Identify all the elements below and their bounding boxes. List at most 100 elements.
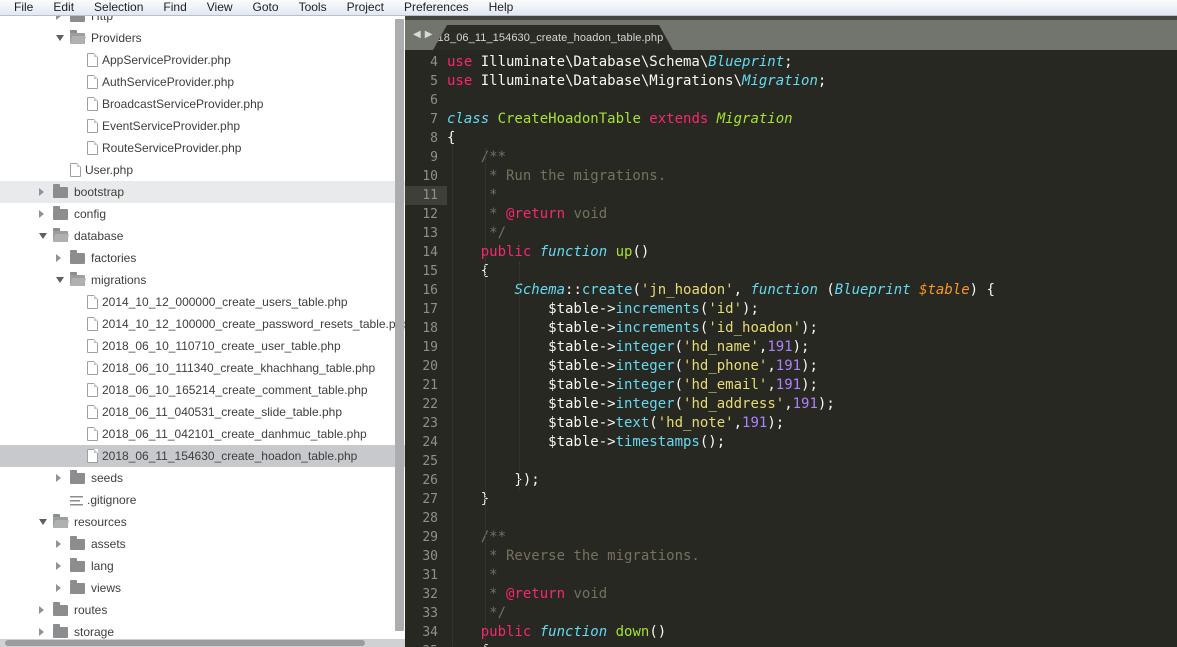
chevron-expanded-icon[interactable] [56, 277, 70, 283]
code-line-6: 6 [405, 91, 1177, 110]
code-line-text: { [447, 262, 489, 281]
chevron-collapsed-icon[interactable] [39, 606, 53, 614]
tree-item-routeserviceprovider-php[interactable]: RouteServiceProvider.php [0, 137, 405, 159]
tree-item-label: routes [74, 603, 107, 617]
chevron-expanded-icon[interactable] [56, 35, 70, 41]
tree-item-routes[interactable]: routes [0, 599, 405, 621]
tree-item-assets[interactable]: assets [0, 533, 405, 555]
code-line-text: * [447, 566, 498, 585]
tree-item-2014-10-12-100000-create-password-resets-table-php[interactable]: 2014_10_12_100000_create_password_resets… [0, 313, 405, 335]
line-number: 5 [405, 72, 447, 91]
indent-guide [519, 262, 520, 490]
menu-item-view[interactable]: View [197, 0, 243, 15]
chevron-collapsed-icon[interactable] [56, 254, 70, 262]
line-number: 15 [405, 262, 447, 281]
tree-item-views[interactable]: views [0, 577, 405, 599]
sidebar-horizontal-scrollbar-thumb[interactable] [5, 640, 365, 646]
chevron-collapsed-icon[interactable] [56, 16, 70, 20]
tree-item-label: 2018_06_10_110710_create_user_table.php [102, 339, 341, 353]
menu-item-file[interactable]: File [4, 0, 43, 15]
tree-item-lang[interactable]: lang [0, 555, 405, 577]
code-line-7: 7class CreateHoadonTable extends Migrati… [405, 110, 1177, 129]
chevron-collapsed-icon[interactable] [39, 188, 53, 196]
tree-item-label: .gitignore [87, 493, 136, 507]
tree-item-authserviceprovider-php[interactable]: AuthServiceProvider.php [0, 71, 405, 93]
code-line-text: $table->increments('id'); [447, 300, 759, 319]
line-number: 33 [405, 604, 447, 623]
chevron-collapsed-icon[interactable] [56, 584, 70, 592]
line-number: 27 [405, 490, 447, 509]
chevron-collapsed-icon[interactable] [39, 210, 53, 218]
tree-item-providers[interactable]: Providers [0, 27, 405, 49]
tree-item-user-php[interactable]: User.php [0, 159, 405, 181]
tree-item-http[interactable]: Http [0, 16, 405, 27]
menu-item-edit[interactable]: Edit [43, 0, 84, 15]
tree-item-2018-06-10-165214-create-comment-table-php[interactable]: 2018_06_10_165214_create_comment_table.p… [0, 379, 405, 401]
code-line-23: 23 $table->text('hd_note',191); [405, 414, 1177, 433]
chevron-collapsed-icon[interactable] [39, 628, 53, 636]
code-line-20: 20 $table->integer('hd_phone',191); [405, 357, 1177, 376]
chevron-expanded-icon[interactable] [39, 233, 53, 239]
code-line-text: use Illuminate\Database\Migrations\Migra… [447, 72, 826, 91]
tree-item-appserviceprovider-php[interactable]: AppServiceProvider.php [0, 49, 405, 71]
line-number: 13 [405, 224, 447, 243]
menu-item-project[interactable]: Project [337, 0, 394, 15]
chevron-expanded-icon[interactable] [39, 519, 53, 525]
tree-item-2018-06-11-042101-create-danhmuc-table-php[interactable]: 2018_06_11_042101_create_danhmuc_table.p… [0, 423, 405, 445]
line-number: 8 [405, 129, 447, 148]
line-number: 6 [405, 91, 447, 110]
code-line-text: $table->integer('hd_name',191); [447, 338, 809, 357]
tree-item-migrations[interactable]: migrations [0, 269, 405, 291]
folder-open-icon [53, 231, 68, 242]
tree-item-label: 2018_06_11_042101_create_danhmuc_table.p… [102, 427, 367, 441]
menu-item-tools[interactable]: Tools [289, 0, 337, 15]
menu-item-help[interactable]: Help [479, 0, 524, 15]
tree-item-resources[interactable]: resources [0, 511, 405, 533]
code-line-12: 12 * @return void [405, 205, 1177, 224]
folder-open-icon [70, 275, 85, 286]
tab-active-file[interactable]: 2018_06_11_154630_create_hoadon_table.ph… [433, 25, 673, 50]
tree-item--gitignore[interactable]: .gitignore [0, 489, 405, 511]
tree-item-label: 2018_06_10_165214_create_comment_table.p… [102, 383, 368, 397]
line-number: 14 [405, 243, 447, 262]
tree-item-bootstrap[interactable]: bootstrap [0, 181, 405, 203]
menu-item-preferences[interactable]: Preferences [394, 0, 479, 15]
code-line-text: $table->integer('hd_address',191); [447, 395, 835, 414]
file-tree-sidebar[interactable]: HttpProvidersAppServiceProvider.phpAuthS… [0, 16, 405, 647]
tree-item-broadcastserviceprovider-php[interactable]: BroadcastServiceProvider.php [0, 93, 405, 115]
tab-next-icon[interactable]: ▶ [425, 26, 433, 44]
code-editor[interactable]: 4use Illuminate\Database\Schema\Blueprin… [405, 50, 1177, 647]
chevron-collapsed-icon[interactable] [56, 474, 70, 482]
tree-item-seeds[interactable]: seeds [0, 467, 405, 489]
tree-item-2018-06-10-110710-create-user-table-php[interactable]: 2018_06_10_110710_create_user_table.php [0, 335, 405, 357]
code-line-33: 33 */ [405, 604, 1177, 623]
tree-item-factories[interactable]: factories [0, 247, 405, 269]
menu-item-find[interactable]: Find [153, 0, 196, 15]
tree-item-label: factories [91, 251, 136, 265]
tree-item-2018-06-11-040531-create-slide-table-php[interactable]: 2018_06_11_040531_create_slide_table.php [0, 401, 405, 423]
menu-item-selection[interactable]: Selection [84, 0, 153, 15]
tree-item-2018-06-11-154630-create-hoadon-table-php[interactable]: 2018_06_11_154630_create_hoadon_table.ph… [0, 445, 405, 467]
menu-item-goto[interactable]: Goto [243, 0, 289, 15]
text-lines-icon [70, 494, 83, 506]
tab-prev-icon[interactable]: ◀ [413, 26, 421, 44]
tree-item-2014-10-12-000000-create-users-table-php[interactable]: 2014_10_12_000000_create_users_table.php [0, 291, 405, 313]
sidebar-vertical-scrollbar[interactable] [395, 19, 404, 631]
code-line-21: 21 $table->integer('hd_email',191); [405, 376, 1177, 395]
menu-bar: FileEditSelectionFindViewGotoToolsProjec… [0, 0, 1177, 16]
line-number: 34 [405, 623, 447, 642]
code-line-text: public function down() [447, 623, 666, 642]
chevron-collapsed-icon[interactable] [56, 562, 70, 570]
code-line-14: 14 public function up() [405, 243, 1177, 262]
tab-close-icon[interactable]: × [673, 33, 681, 43]
tree-item-config[interactable]: config [0, 203, 405, 225]
indent-guide [452, 129, 453, 647]
file-icon [87, 405, 98, 419]
tree-item-label: bootstrap [74, 185, 124, 199]
sidebar-horizontal-scrollbar-track[interactable] [0, 639, 405, 647]
tree-item-2018-06-10-111340-create-khachhang-table-php[interactable]: 2018_06_10_111340_create_khachhang_table… [0, 357, 405, 379]
tree-item-database[interactable]: database [0, 225, 405, 247]
chevron-collapsed-icon[interactable] [56, 540, 70, 548]
indent-guide [485, 148, 486, 647]
tree-item-eventserviceprovider-php[interactable]: EventServiceProvider.php [0, 115, 405, 137]
